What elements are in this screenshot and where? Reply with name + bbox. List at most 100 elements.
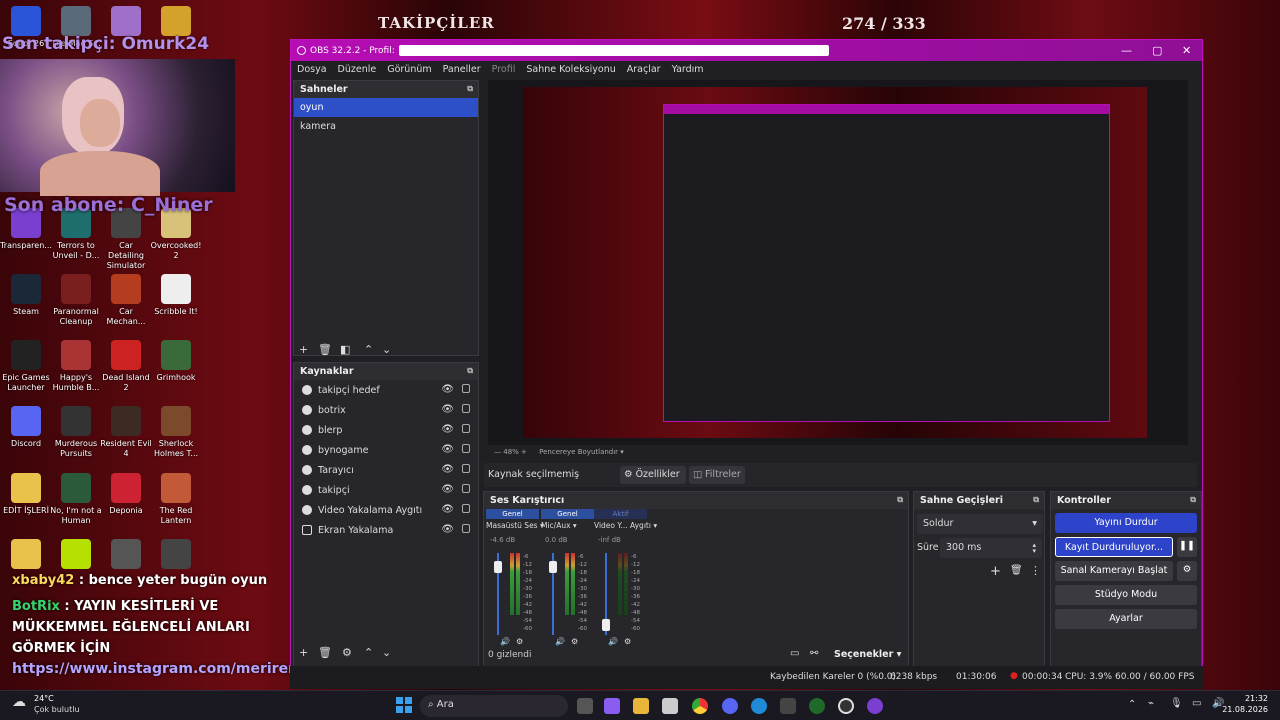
app-icon[interactable]: [867, 698, 883, 714]
add-transition-icon[interactable]: +: [990, 564, 1001, 579]
more-icon[interactable]: ⋮: [1030, 564, 1041, 577]
volume-handle[interactable]: [549, 561, 557, 573]
remove-scene-icon[interactable]: 🗑: [318, 343, 332, 356]
mute-speaker-icon[interactable]: 🔊: [500, 637, 510, 646]
virtual-camera-button[interactable]: Sanal Kamerayı Başlat: [1055, 561, 1173, 581]
volume-slider[interactable]: [494, 553, 502, 635]
scene-filters-icon[interactable]: ◧: [340, 343, 350, 356]
file-explorer-icon[interactable]: [633, 698, 649, 714]
capture-icon[interactable]: [780, 698, 796, 714]
visibility-eye-icon[interactable]: 👁: [441, 504, 454, 515]
source-item[interactable]: Video Yakalama Aygıtı 👁: [294, 500, 478, 520]
move-down-icon[interactable]: ⌄: [382, 646, 391, 659]
source-properties-icon[interactable]: ⚙: [342, 646, 352, 659]
clock-date[interactable]: 21.08.2026: [1218, 705, 1268, 714]
discord-icon[interactable]: [722, 698, 738, 714]
tray-chevron-icon[interactable]: ⌃: [1128, 699, 1136, 710]
add-source-icon[interactable]: +: [299, 646, 308, 659]
options-button[interactable]: Seçenekler ▾: [834, 649, 901, 660]
menu-item[interactable]: Yardım: [672, 64, 704, 75]
remove-source-icon[interactable]: 🗑: [318, 646, 332, 659]
mic-icon[interactable]: 🎙: [1170, 698, 1183, 709]
desktop-icon[interactable]: Paranormal Cleanup: [50, 274, 102, 327]
move-up-icon[interactable]: ⌃: [364, 343, 373, 356]
menu-item[interactable]: Profil: [492, 64, 516, 75]
source-item[interactable]: takipçi 👁: [294, 480, 478, 500]
desktop-icon[interactable]: EDİT İŞLERİ: [0, 473, 52, 516]
pause-recording-icon[interactable]: ❚❚: [1177, 537, 1197, 557]
source-item[interactable]: takipçi hedef 👁: [294, 380, 478, 400]
menu-item[interactable]: Dosya: [297, 64, 327, 75]
desktop-icon[interactable]: Steam: [0, 274, 52, 317]
desktop-icon[interactable]: Resident Evil 4: [100, 406, 152, 459]
resize-to-window-label[interactable]: Pencereye Boyutlandır: [539, 448, 618, 456]
source-item[interactable]: bynogame 👁: [294, 440, 478, 460]
lock-icon[interactable]: [462, 384, 470, 393]
network-icon[interactable]: ⌁: [1148, 698, 1154, 709]
channel-config-icon[interactable]: ⚙: [624, 637, 631, 646]
source-item[interactable]: botrix 👁: [294, 400, 478, 420]
lock-icon[interactable]: [462, 524, 470, 533]
lock-icon[interactable]: [462, 484, 470, 493]
move-down-icon[interactable]: ⌄: [382, 343, 391, 356]
close-button[interactable]: ✕: [1182, 44, 1191, 57]
move-up-icon[interactable]: ⌃: [364, 646, 373, 659]
edge-icon[interactable]: [751, 698, 767, 714]
store-icon[interactable]: [662, 698, 678, 714]
desktop-icon[interactable]: Happy's Humble B...: [50, 340, 102, 393]
chrome-icon[interactable]: [692, 698, 708, 714]
link-icon[interactable]: ⚯: [810, 648, 818, 659]
copilot-icon[interactable]: [604, 698, 620, 714]
visibility-eye-icon[interactable]: 👁: [441, 404, 454, 415]
lock-icon[interactable]: [462, 504, 470, 513]
obs-taskbar-icon[interactable]: [838, 698, 854, 714]
desktop-icon[interactable]: No, I'm not a Human: [50, 473, 102, 526]
spin-icon[interactable]: ▴ ▾: [1032, 542, 1036, 555]
channel-name[interactable]: Masaüstü Ses ▾: [486, 519, 544, 532]
desktop-icon[interactable]: [150, 539, 202, 572]
desktop-icon[interactable]: Grimhook: [150, 340, 202, 383]
dock-pin-icon[interactable]: ⧉: [897, 495, 903, 505]
clock-time[interactable]: 21:32: [1236, 694, 1268, 703]
source-item[interactable]: Tarayıcı 👁: [294, 460, 478, 480]
visibility-eye-icon[interactable]: 👁: [441, 484, 454, 495]
desktop-icon[interactable]: Epic Games Launcher: [0, 340, 52, 393]
maximize-button[interactable]: ▢: [1152, 44, 1162, 57]
menu-item[interactable]: Görünüm: [387, 64, 431, 75]
desktop-icon[interactable]: Deponia: [100, 473, 152, 516]
desktop-icon[interactable]: Dead Island 2: [100, 340, 152, 393]
desktop-icon[interactable]: Discord: [0, 406, 52, 449]
desktop-icon[interactable]: Sherlock Holmes T...: [150, 406, 202, 459]
lock-icon[interactable]: [462, 464, 470, 473]
menu-item[interactable]: Araçlar: [627, 64, 661, 75]
program-preview[interactable]: [488, 80, 1188, 445]
dock-pin-icon[interactable]: ⧉: [1033, 495, 1039, 505]
mute-speaker-icon[interactable]: 🔊: [608, 637, 618, 646]
dock-pin-icon[interactable]: ⧉: [467, 84, 473, 94]
task-view-icon[interactable]: [577, 698, 593, 714]
minimize-button[interactable]: —: [1121, 44, 1132, 57]
settings-button[interactable]: Ayarlar: [1055, 609, 1197, 629]
menu-item[interactable]: Paneller: [443, 64, 481, 75]
add-scene-icon[interactable]: +: [299, 343, 308, 356]
xbox-icon[interactable]: [809, 698, 825, 714]
stop-stream-button[interactable]: Yayını Durdur: [1055, 513, 1197, 533]
lock-icon[interactable]: [462, 424, 470, 433]
volume-slider[interactable]: [602, 553, 610, 635]
remove-transition-icon[interactable]: 🗑: [1010, 565, 1023, 576]
desktop-icon[interactable]: Car Mechan...: [100, 274, 152, 327]
scene-item[interactable]: kamera: [294, 117, 478, 136]
channel-config-icon[interactable]: ⚙: [516, 637, 523, 646]
duration-input[interactable]: 300 ms ▴ ▾: [940, 538, 1042, 558]
volume-handle[interactable]: [494, 561, 502, 573]
channel-name[interactable]: Mic/Aux ▾: [541, 519, 594, 532]
filters-button[interactable]: ◫ Filtreler: [689, 466, 745, 484]
visibility-eye-icon[interactable]: 👁: [441, 464, 454, 475]
volume-handle[interactable]: [602, 619, 610, 631]
visibility-eye-icon[interactable]: 👁: [441, 424, 454, 435]
weather-icon[interactable]: ☁: [12, 694, 26, 710]
volume-slider[interactable]: [549, 553, 557, 635]
lock-icon[interactable]: [462, 444, 470, 453]
source-item[interactable]: Ekran Yakalama 👁: [294, 520, 478, 540]
stop-recording-button[interactable]: Kayıt Durduruluyor...: [1055, 537, 1173, 557]
